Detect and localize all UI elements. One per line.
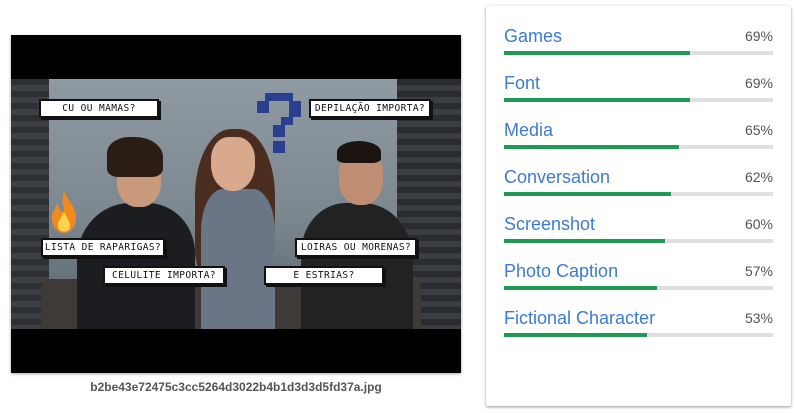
label-name-link[interactable]: Photo Caption bbox=[504, 261, 618, 282]
label-row: Font 69% bbox=[504, 73, 773, 103]
label-score: 69% bbox=[744, 28, 773, 44]
label-score: 57% bbox=[744, 263, 773, 279]
label-score: 60% bbox=[744, 216, 773, 232]
label-row: Photo Caption 57% bbox=[504, 261, 773, 291]
confidence-bar-fill bbox=[504, 51, 690, 55]
caption-celulite-importa: CELULITE IMPORTA? bbox=[103, 266, 225, 285]
labels-card: Games 69% Font 69% Media 65% Conversatio… bbox=[486, 6, 791, 406]
question-mark-icon bbox=[257, 93, 301, 153]
person-middle-face bbox=[211, 137, 255, 191]
label-name-link[interactable]: Font bbox=[504, 73, 540, 94]
confidence-bar-track bbox=[504, 286, 773, 290]
confidence-bar-track bbox=[504, 192, 773, 196]
confidence-bar-track bbox=[504, 145, 773, 149]
label-score: 69% bbox=[744, 75, 773, 91]
label-score: 62% bbox=[744, 169, 773, 185]
caption-depilacao-importa: DEPILAÇÃO IMPORTA? bbox=[309, 99, 431, 118]
label-score: 53% bbox=[744, 310, 773, 326]
label-row: Games 69% bbox=[504, 26, 773, 56]
label-name-link[interactable]: Media bbox=[504, 120, 553, 141]
confidence-bar-fill bbox=[504, 239, 666, 243]
label-name-link[interactable]: Fictional Character bbox=[504, 308, 655, 329]
image-filename: b2be43e72475c3cc5264d3022b4b1d3d3d5fd37a… bbox=[90, 380, 382, 394]
image-preview: CU OU MAMAS? DEPILAÇÃO IMPORTA? LISTA DE… bbox=[11, 35, 461, 373]
label-row: Screenshot 60% bbox=[504, 214, 773, 244]
video-frame: CU OU MAMAS? DEPILAÇÃO IMPORTA? LISTA DE… bbox=[11, 79, 461, 329]
label-row: Fictional Character 53% bbox=[504, 308, 773, 338]
confidence-bar-track bbox=[504, 333, 773, 337]
confidence-bar-fill bbox=[504, 98, 690, 102]
confidence-bar-track bbox=[504, 239, 773, 243]
confidence-bar-fill bbox=[504, 333, 647, 337]
confidence-bar-fill bbox=[504, 145, 679, 149]
label-name-link[interactable]: Screenshot bbox=[504, 214, 595, 235]
caption-cu-ou-mamas: CU OU MAMAS? bbox=[39, 99, 159, 118]
caption-loiras-ou-morenas: LOIRAS OU MORENAS? bbox=[295, 238, 417, 257]
label-row: Media 65% bbox=[504, 120, 773, 150]
label-name-link[interactable]: Conversation bbox=[504, 167, 610, 188]
label-row: Conversation 62% bbox=[504, 167, 773, 197]
label-name-link[interactable]: Games bbox=[504, 26, 562, 47]
person-middle bbox=[201, 189, 275, 329]
confidence-bar-fill bbox=[504, 286, 658, 290]
label-score: 65% bbox=[744, 122, 773, 138]
caption-lista-de-raparigas: LISTA DE RAPARIGAS? bbox=[41, 238, 165, 257]
caption-e-estrias: E ESTRIAS? bbox=[264, 266, 384, 285]
fire-icon bbox=[52, 191, 76, 233]
confidence-bar-fill bbox=[504, 192, 671, 196]
person-left-hair bbox=[107, 137, 163, 177]
confidence-bar-track bbox=[504, 98, 773, 102]
confidence-bar-track bbox=[504, 51, 773, 55]
person-right-hair bbox=[337, 141, 381, 163]
